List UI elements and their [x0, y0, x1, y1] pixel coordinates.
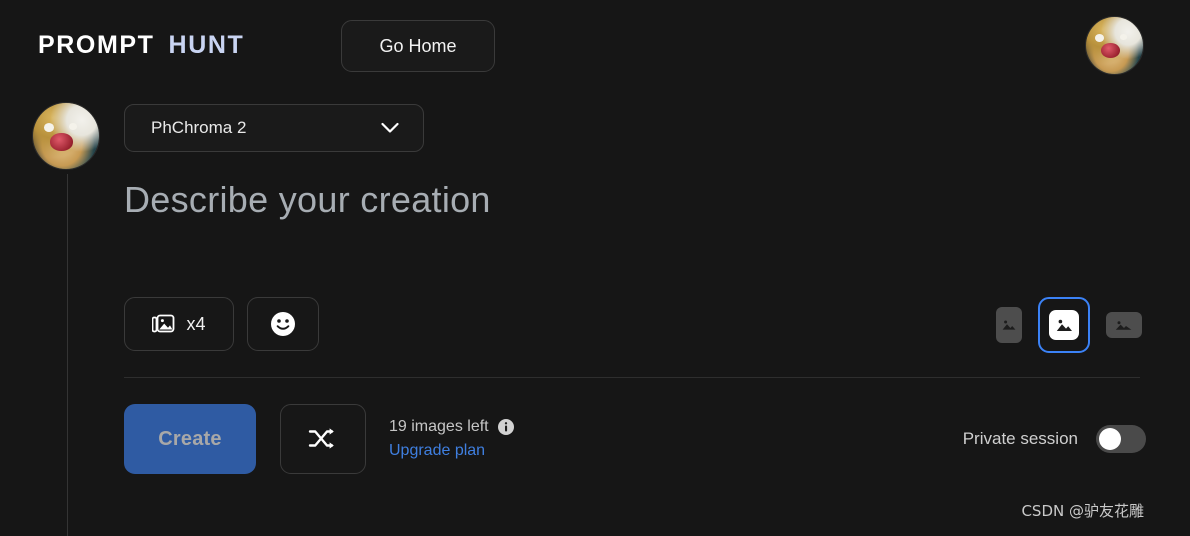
quota-block: 19 images left Upgrade plan — [389, 415, 669, 460]
logo-word-hunt: HUNT — [168, 31, 245, 59]
private-session-control: Private session — [963, 425, 1146, 453]
aspect-ratio-portrait[interactable] — [992, 303, 1026, 347]
private-session-label: Private session — [962, 429, 1078, 448]
image-count-label: x4 — [186, 313, 206, 334]
emoji-button[interactable] — [247, 297, 319, 351]
model-select-dropdown[interactable]: PhChroma 2 — [124, 104, 424, 152]
quota-row: 19 images left — [389, 415, 669, 438]
create-button-label: Create — [158, 427, 222, 450]
composer-avatar[interactable] — [32, 102, 100, 170]
watermark-text: CSDN @驴友花雕 — [1021, 502, 1144, 520]
create-button[interactable]: Create — [124, 404, 256, 474]
chevron-down-icon — [381, 122, 399, 133]
section-divider — [124, 377, 1140, 378]
images-icon — [152, 314, 175, 333]
upgrade-plan-link[interactable]: Upgrade plan — [389, 442, 669, 460]
app-logo[interactable]: PROMPT HUNT — [38, 30, 244, 60]
avatar-image — [1086, 17, 1143, 74]
aspect-ratio-group — [992, 297, 1146, 353]
go-home-label: Go Home — [379, 35, 457, 56]
aspect-ratio-landscape[interactable] — [1102, 308, 1146, 342]
quota-text: 19 images left — [389, 417, 489, 435]
model-select-value: PhChroma 2 — [151, 118, 247, 137]
image-count-button[interactable]: x4 — [124, 297, 234, 351]
shuffle-icon — [308, 428, 334, 449]
thread-connector-line — [67, 174, 68, 536]
square-image-icon — [1049, 310, 1079, 340]
private-session-toggle[interactable] — [1096, 425, 1146, 453]
shuffle-button[interactable] — [280, 404, 366, 474]
app-root: PROMPT HUNT Go Home PhChroma 2 Describe y… — [0, 0, 1190, 536]
avatar-image — [33, 103, 99, 169]
landscape-image-icon — [1106, 312, 1142, 338]
info-icon[interactable] — [497, 418, 514, 435]
toggle-knob — [1099, 428, 1121, 450]
header-avatar[interactable] — [1085, 16, 1144, 75]
prompt-input[interactable]: Describe your creation — [124, 176, 1134, 276]
top-header: PROMPT HUNT Go Home — [0, 0, 1190, 92]
prompt-placeholder-text: Describe your creation — [124, 179, 491, 220]
logo-word-prompt: PROMPT — [38, 31, 155, 59]
smiley-icon — [271, 312, 295, 336]
portrait-image-icon — [996, 307, 1022, 343]
go-home-button[interactable]: Go Home — [341, 20, 495, 72]
aspect-ratio-square[interactable] — [1038, 297, 1090, 353]
